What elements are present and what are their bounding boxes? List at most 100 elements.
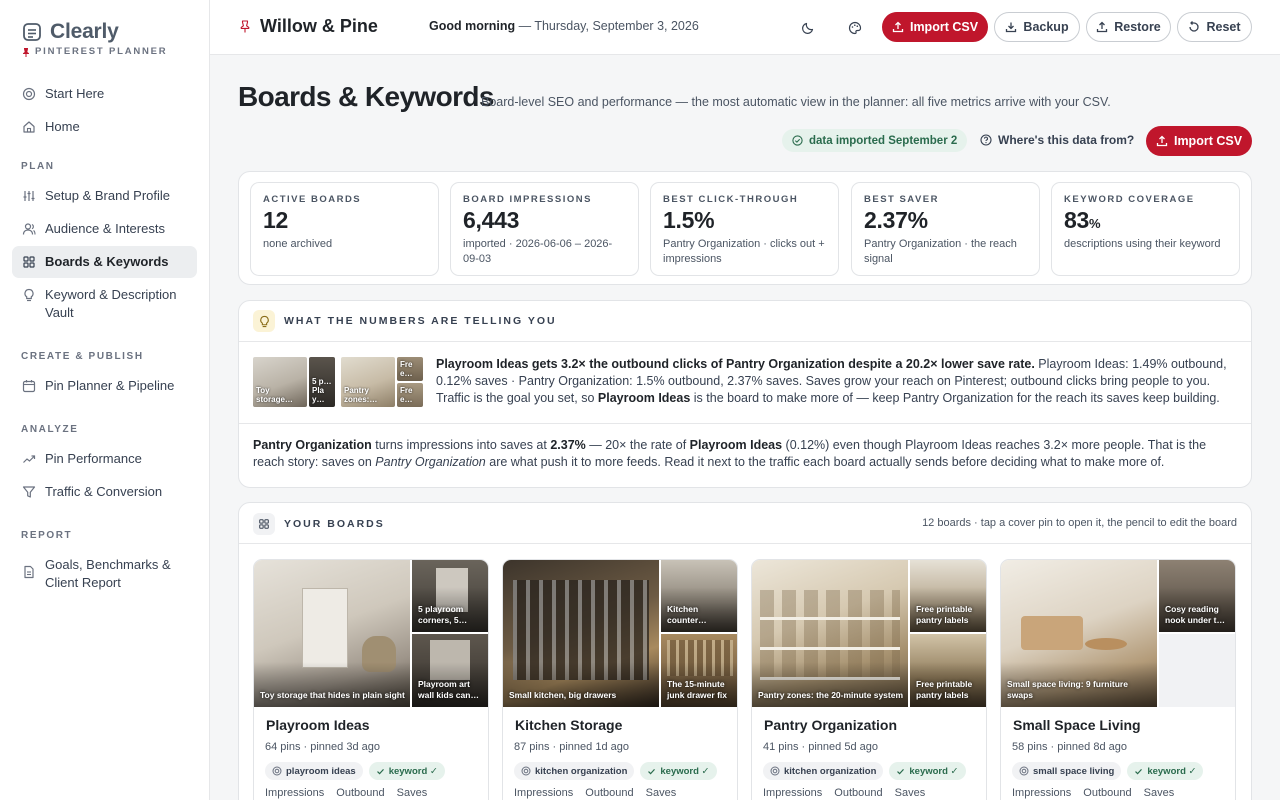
divider xyxy=(239,543,1251,544)
board-chips: kitchen organization keyword ✓ xyxy=(514,762,717,780)
cover-pin[interactable]: The 15-minute junk drawer fix xyxy=(661,634,737,707)
sidebar-item-home[interactable]: Home xyxy=(12,111,197,143)
board-title[interactable]: Playroom Ideas xyxy=(266,717,370,733)
brand[interactable]: Clearly xyxy=(22,20,119,44)
sidebar-item-start-here[interactable]: Start Here xyxy=(12,78,197,110)
metric-card: ACTIVE BOARDS 12 none archived xyxy=(250,182,439,276)
trend-icon xyxy=(22,452,36,466)
board-cover: Small space living: 9 furniture swaps Co… xyxy=(1001,560,1235,707)
keyword-chip[interactable]: kitchen organization xyxy=(514,762,635,780)
theme-button[interactable] xyxy=(844,17,866,39)
boards-heading: YOUR BOARDS xyxy=(253,513,385,535)
pin-icon xyxy=(22,47,30,57)
sidebar-item-traffic[interactable]: Traffic & Conversion xyxy=(12,476,197,508)
page-title: Boards & Keywords xyxy=(238,81,494,112)
check-icon xyxy=(376,767,385,776)
cover-pin[interactable]: Free printable pantry labels xyxy=(910,634,986,707)
keyword-status-chip: keyword ✓ xyxy=(368,762,445,780)
cover-pin[interactable]: Playroom art wall kids can… xyxy=(412,634,488,707)
sidebar-item-boards-keywords[interactable]: Boards & Keywords xyxy=(12,246,197,278)
home-icon xyxy=(22,120,36,134)
pin-icon xyxy=(240,20,250,33)
board-thumbnail-playroom[interactable]: Toy storage… 5 p… Pla y… xyxy=(253,357,335,407)
target-icon xyxy=(22,87,36,101)
board-chips: playroom ideas keyword ✓ xyxy=(265,762,445,780)
clipboard-logo-icon xyxy=(22,22,42,42)
reset-button[interactable]: Reset xyxy=(1177,12,1252,42)
board-meta: 64 pins · pinned 3d ago xyxy=(265,741,380,753)
sidebar-item-client-report[interactable]: Goals, Benchmarks & Client Report xyxy=(12,549,197,599)
boards-hint: 12 boards · tap a cover pin to open it, … xyxy=(922,517,1237,529)
board-stats: Impressions Outbound Saves xyxy=(514,787,677,799)
board-thumbnail-pantry[interactable]: Pantry zones:… Fre e… Fre e… xyxy=(341,357,423,407)
metric-card: KEYWORD COVERAGE 83% descriptions using … xyxy=(1051,182,1240,276)
target-icon xyxy=(770,766,780,776)
insight-thumbnails: Toy storage… 5 p… Pla y… Pantry zones:… … xyxy=(253,357,423,407)
keyword-status-chip: keyword ✓ xyxy=(1127,762,1204,780)
board-stats: Impressions Outbound Saves xyxy=(1012,787,1175,799)
sidebar-item-keyword-vault[interactable]: Keyword & Description Vault xyxy=(12,279,197,329)
board-chips: kitchen organization keyword ✓ xyxy=(763,762,966,780)
cover-pin[interactable]: 5 playroom corners, 5… xyxy=(412,560,488,632)
import-csv-button[interactable]: Import CSV xyxy=(882,12,988,42)
thumbnail-image: 5 p… Pla y… xyxy=(309,357,335,407)
backup-button[interactable]: Backup xyxy=(994,12,1080,42)
client-name: Willow & Pine xyxy=(260,16,378,36)
calendar-icon xyxy=(22,379,36,393)
dark-mode-toggle[interactable] xyxy=(797,17,819,39)
grid-icon xyxy=(253,513,275,535)
board-stats: Impressions Outbound Saves xyxy=(265,787,428,799)
topbar: Willow & Pine Good morning — Thursday, S… xyxy=(210,0,1280,55)
restore-button[interactable]: Restore xyxy=(1086,12,1171,42)
cover-pin[interactable]: Small kitchen, big drawers xyxy=(503,560,659,707)
cover-pin[interactable]: Kitchen counter… xyxy=(661,560,737,632)
divider xyxy=(239,341,1251,342)
sidebar-item-pin-planner[interactable]: Pin Planner & Pipeline xyxy=(12,370,197,402)
target-icon xyxy=(1019,766,1029,776)
client-switcher[interactable]: Willow & Pine xyxy=(240,16,378,37)
greeting: Good morning — Thursday, September 3, 20… xyxy=(429,19,699,33)
board-card-small-space-living[interactable]: Small space living: 9 furniture swaps Co… xyxy=(1000,559,1236,800)
board-title[interactable]: Pantry Organization xyxy=(764,717,897,733)
keyword-chip[interactable]: kitchen organization xyxy=(763,762,884,780)
user-icon xyxy=(22,222,36,236)
board-chips: small space living keyword ✓ xyxy=(1012,762,1204,780)
cover-pin[interactable]: Free printable pantry labels xyxy=(910,560,986,632)
thumbnail-image: Pantry zones:… xyxy=(341,357,395,407)
insights-heading: WHAT THE NUMBERS ARE TELLING YOU xyxy=(253,310,557,332)
insights-panel: WHAT THE NUMBERS ARE TELLING YOU Toy sto… xyxy=(238,300,1252,488)
data-source-link[interactable]: Where's this data from? xyxy=(980,133,1134,147)
board-cover: Toy storage that hides in plain sight 5 … xyxy=(254,560,488,707)
thumbnail-image: Fre e… xyxy=(397,383,423,407)
insight-secondary: Pantry Organization turns impressions in… xyxy=(253,438,1207,469)
document-icon xyxy=(22,565,36,579)
cover-pin[interactable]: Cosy reading nook under t… xyxy=(1159,560,1235,632)
cover-pin[interactable]: Small space living: 9 furniture swaps xyxy=(1001,560,1157,707)
download-icon xyxy=(1005,21,1017,33)
moon-icon xyxy=(801,21,815,35)
board-meta: 87 pins · pinned 1d ago xyxy=(514,741,629,753)
board-title[interactable]: Small Space Living xyxy=(1013,717,1141,733)
target-icon xyxy=(521,766,531,776)
metric-card: BEST SAVER 2.37% Pantry Organization · t… xyxy=(851,182,1040,276)
keyword-chip[interactable]: small space living xyxy=(1012,762,1122,780)
cover-pin[interactable]: Pantry zones: the 20-minute system xyxy=(752,560,908,707)
import-csv-button-secondary[interactable]: Import CSV xyxy=(1146,126,1252,156)
nav-section-plan: PLAN xyxy=(21,161,55,172)
check-icon xyxy=(896,767,905,776)
board-card-playroom-ideas[interactable]: Toy storage that hides in plain sight 5 … xyxy=(253,559,489,800)
check-circle-icon xyxy=(792,135,803,146)
board-card-pantry-organization[interactable]: Pantry zones: the 20-minute system Free … xyxy=(751,559,987,800)
cover-pin[interactable]: Toy storage that hides in plain sight xyxy=(254,560,410,707)
sidebar-item-setup[interactable]: Setup & Brand Profile xyxy=(12,180,197,212)
thumbnail-image: Toy storage… xyxy=(253,357,307,407)
sidebar-item-audience[interactable]: Audience & Interests xyxy=(12,213,197,245)
thumbnail-image: Fre e… xyxy=(397,357,423,381)
board-title[interactable]: Kitchen Storage xyxy=(515,717,622,733)
board-card-kitchen-storage[interactable]: Small kitchen, big drawers Kitchen count… xyxy=(502,559,738,800)
board-cover: Small kitchen, big drawers Kitchen count… xyxy=(503,560,737,707)
sidebar-item-pin-performance[interactable]: Pin Performance xyxy=(12,443,197,475)
board-meta: 58 pins · pinned 8d ago xyxy=(1012,741,1127,753)
page-description: Board-level SEO and performance — the mo… xyxy=(481,95,1111,109)
keyword-chip[interactable]: playroom ideas xyxy=(265,762,363,780)
